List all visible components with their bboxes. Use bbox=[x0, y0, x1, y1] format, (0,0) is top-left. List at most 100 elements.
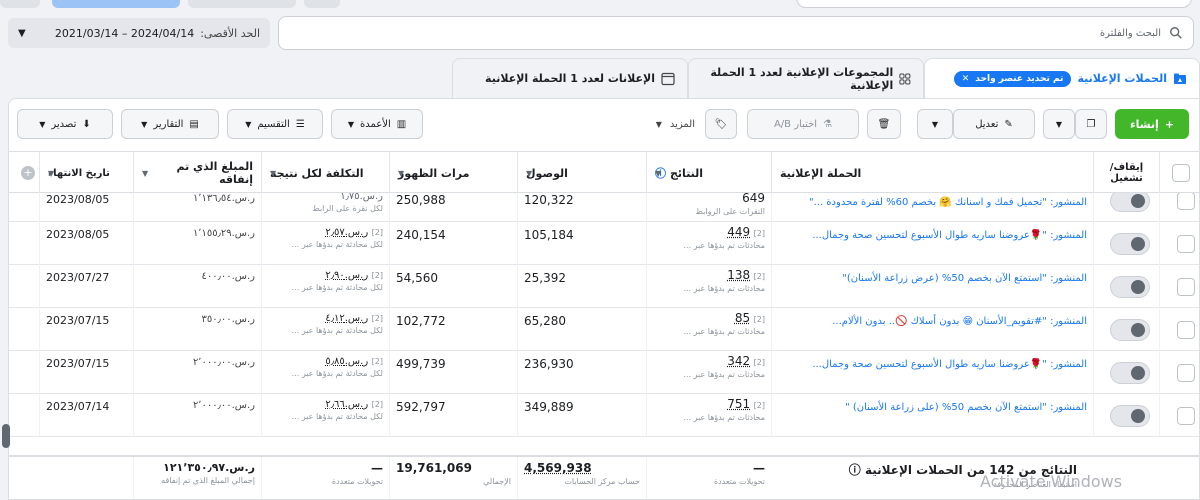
campaign-link[interactable]: المنشور: "استمتع الآن بخصم 50% (عرض زراع… bbox=[842, 273, 1087, 284]
multi-conversion-icon: [2] bbox=[371, 357, 383, 366]
campaigns-panel: + إنشاء ❐ ▼ ✎ تعديل ▼ 🗑 ⚗ اختبار A/B 🏷 ا… bbox=[8, 98, 1200, 500]
table-row[interactable]: المنشور: "#تقويم_الأسنان 😁 بدون أسلاك 🚫.… bbox=[9, 308, 1199, 351]
toggle-header[interactable]: إيقاف/ تشغيل bbox=[1093, 152, 1159, 194]
chevron-down-icon: ▼ bbox=[655, 119, 662, 129]
results-value[interactable]: 449 bbox=[727, 225, 750, 239]
campaign-link[interactable]: المنشور: "تجميل فمك و اسنانك 🤗 بخصم 60% … bbox=[809, 197, 1087, 208]
results-value[interactable]: 342 bbox=[727, 354, 750, 368]
cost-value[interactable]: ر.س.٢٫٦٦ bbox=[325, 399, 368, 410]
cost-sub: لكل محادثة تم بدؤها عبر ... bbox=[291, 283, 383, 292]
table-row[interactable]: المنشور: "تجميل فمك و اسنانك 🤗 بخصم 60% … bbox=[9, 193, 1199, 222]
row-checkbox[interactable] bbox=[1177, 278, 1195, 296]
chevron-down-icon: ▼ bbox=[398, 168, 405, 178]
reach-value: 236,930 bbox=[524, 357, 574, 371]
campaign-link[interactable]: المنشور: "🌹عروضنا ساريه طوال الأسبوع لتح… bbox=[812, 359, 1087, 370]
table-row[interactable]: المنشور: "استمتع الآن بخصم 50% (عرض زراع… bbox=[9, 265, 1199, 308]
top-nav-pill[interactable] bbox=[0, 0, 40, 8]
spent-cell: ر.س.١٬١٣٦٫٥٤ bbox=[133, 193, 261, 222]
cost-value[interactable]: ر.س.٥٫٨٥ bbox=[325, 356, 368, 367]
campaign-toggle[interactable] bbox=[1110, 319, 1150, 341]
row-toggle-cell bbox=[1093, 193, 1159, 222]
top-search-field[interactable] bbox=[796, 0, 1192, 8]
end-date-value: 2023/07/14 bbox=[46, 400, 110, 413]
tab-adsets-label: المجموعات الإعلانية لعدد 1 الحملة الإعلا… bbox=[710, 65, 894, 92]
campaign-toggle[interactable] bbox=[1110, 276, 1150, 298]
results-value[interactable]: 138 bbox=[727, 268, 750, 282]
columns-label: الأعمدة bbox=[360, 118, 391, 130]
create-button[interactable]: + إنشاء bbox=[1115, 109, 1189, 139]
campaign-link[interactable]: المنشور: "🌹عروضنا ساريه طوال الأسبوع لتح… bbox=[812, 230, 1087, 241]
cost-value[interactable]: ر.س.٢٫٥٧ bbox=[325, 227, 368, 238]
end-date-cell: 2023/07/27 bbox=[39, 265, 133, 308]
add-column-icon[interactable]: + bbox=[21, 166, 35, 180]
end-date-header[interactable]: تاريخ الانتهاء ▼ bbox=[39, 152, 133, 194]
row-checkbox[interactable] bbox=[1177, 193, 1195, 210]
cost-value[interactable]: ر.س.٢٫٩٠ bbox=[325, 270, 368, 281]
campaign-folder-icon bbox=[1174, 73, 1186, 84]
duplicate-dropdown[interactable]: ▼ bbox=[1043, 109, 1075, 139]
table-row[interactable]: المنشور: "🌹عروضنا ساريه طوال الأسبوع لتح… bbox=[9, 351, 1199, 394]
campaign-header[interactable]: الحملة الإعلانية bbox=[771, 152, 1093, 194]
spent-value: ر.س.١٬١٥٥٫٢٩ bbox=[192, 228, 255, 239]
search-filter-input[interactable]: البحث والفلترة bbox=[278, 16, 1194, 50]
results-value[interactable]: 751 bbox=[727, 397, 750, 411]
end-date-cell: 2023/07/14 bbox=[39, 394, 133, 437]
tag-button[interactable]: 🏷 bbox=[705, 109, 737, 139]
table-row[interactable]: المنشور: "استمتع الآن بخصم 50% (على زراع… bbox=[9, 394, 1199, 437]
cost-value[interactable]: ر.س.٤٫١٢ bbox=[325, 313, 368, 324]
tab-campaigns[interactable]: الحملات الإعلانية تم تحديد عنصر واحد ✕ bbox=[924, 58, 1200, 98]
more-dropdown[interactable]: المزيد ▼ bbox=[629, 109, 695, 139]
footer-results-cell: — تحويلات متعددة bbox=[646, 457, 771, 499]
results-value[interactable]: 85 bbox=[735, 311, 750, 325]
impressions-value: 592,797 bbox=[396, 400, 446, 414]
tab-ads[interactable]: الإعلانات لعدد 1 الحملة الإعلانية bbox=[452, 58, 688, 98]
columns-button[interactable]: ▥ الأعمدة ▼ bbox=[331, 109, 423, 139]
date-range-picker[interactable]: الحد الأقصى: 2021/03/14 – 2024/04/14 ▼ bbox=[8, 18, 270, 48]
impressions-header-label: مرات الظهور bbox=[398, 166, 470, 180]
campaign-toggle[interactable] bbox=[1110, 233, 1150, 255]
spent-header[interactable]: المبلغ الذي تم إنفاقه ▼ bbox=[133, 152, 261, 194]
impressions-value: 499,739 bbox=[396, 357, 446, 371]
row-checkbox[interactable] bbox=[1177, 321, 1195, 339]
edit-button[interactable]: ✎ تعديل bbox=[953, 109, 1035, 139]
reach-header-label: الوصول bbox=[526, 166, 568, 180]
cost-cell: [2] ر.س.٢٫٥٧ لكل محادثة تم بدؤها عبر ... bbox=[261, 222, 389, 265]
campaign-toggle[interactable] bbox=[1110, 362, 1150, 384]
close-icon[interactable]: ✕ bbox=[962, 74, 970, 84]
duplicate-icon: ❐ bbox=[1086, 118, 1096, 130]
campaign-cell: المنشور: "استمتع الآن بخصم 50% (على زراع… bbox=[771, 394, 1093, 437]
row-checkbox[interactable] bbox=[1177, 407, 1195, 425]
selection-chip[interactable]: تم تحديد عنصر واحد ✕ bbox=[953, 70, 1072, 87]
campaign-link[interactable]: المنشور: "#تقويم_الأسنان 😁 بدون أسلاك 🚫.… bbox=[832, 316, 1087, 327]
tab-adsets[interactable]: المجموعات الإعلانية لعدد 1 الحملة الإعلا… bbox=[688, 58, 924, 98]
export-button[interactable]: ⬇ تصدير ▼ bbox=[17, 109, 113, 139]
delete-button[interactable]: 🗑 bbox=[867, 109, 901, 139]
info-icon[interactable]: ⓘ bbox=[849, 463, 861, 477]
campaign-toggle[interactable] bbox=[1110, 193, 1150, 212]
results-header[interactable]: النتائج ⓘ ▼ bbox=[646, 152, 771, 194]
top-nav-pill[interactable] bbox=[304, 0, 340, 8]
results-cell: [2] 449 محادثات تم بدؤها عبر ... bbox=[646, 222, 771, 265]
horizontal-scrollbar-thumb[interactable] bbox=[2, 424, 10, 448]
impressions-header[interactable]: مرات الظهور ▼ bbox=[389, 152, 517, 194]
pencil-icon: ✎ bbox=[1004, 118, 1013, 130]
edit-dropdown[interactable]: ▼ bbox=[917, 109, 953, 139]
tab-campaigns-label: الحملات الإعلانية bbox=[1077, 72, 1167, 85]
top-nav-pill-active[interactable] bbox=[52, 0, 180, 8]
cost-header[interactable]: التكلفة لكل نتيجة ▼ bbox=[261, 152, 389, 194]
row-checkbox[interactable] bbox=[1177, 364, 1195, 382]
ab-test-button[interactable]: ⚗ اختبار A/B bbox=[747, 109, 859, 139]
breakdown-button[interactable]: ☰ التقسيم ▼ bbox=[227, 109, 323, 139]
row-toggle-cell bbox=[1093, 308, 1159, 351]
campaign-toggle[interactable] bbox=[1110, 405, 1150, 427]
duplicate-button[interactable]: ❐ bbox=[1075, 109, 1107, 139]
reach-header[interactable]: الوصول ▼ bbox=[517, 152, 646, 194]
footer-reach[interactable]: 4,569,938 bbox=[524, 461, 640, 475]
campaign-link[interactable]: المنشور: "استمتع الآن بخصم 50% (على زراع… bbox=[845, 402, 1087, 413]
reports-button[interactable]: ▤ التقارير ▼ bbox=[121, 109, 219, 139]
select-all-checkbox[interactable] bbox=[1171, 164, 1190, 182]
table-row[interactable]: المنشور: "🌹عروضنا ساريه طوال الأسبوع لتح… bbox=[9, 222, 1199, 265]
spent-value: ر.س.٢٬٠٠٠٫٠٠ bbox=[192, 400, 255, 411]
row-checkbox[interactable] bbox=[1177, 235, 1195, 253]
top-nav-pill[interactable] bbox=[188, 0, 296, 8]
